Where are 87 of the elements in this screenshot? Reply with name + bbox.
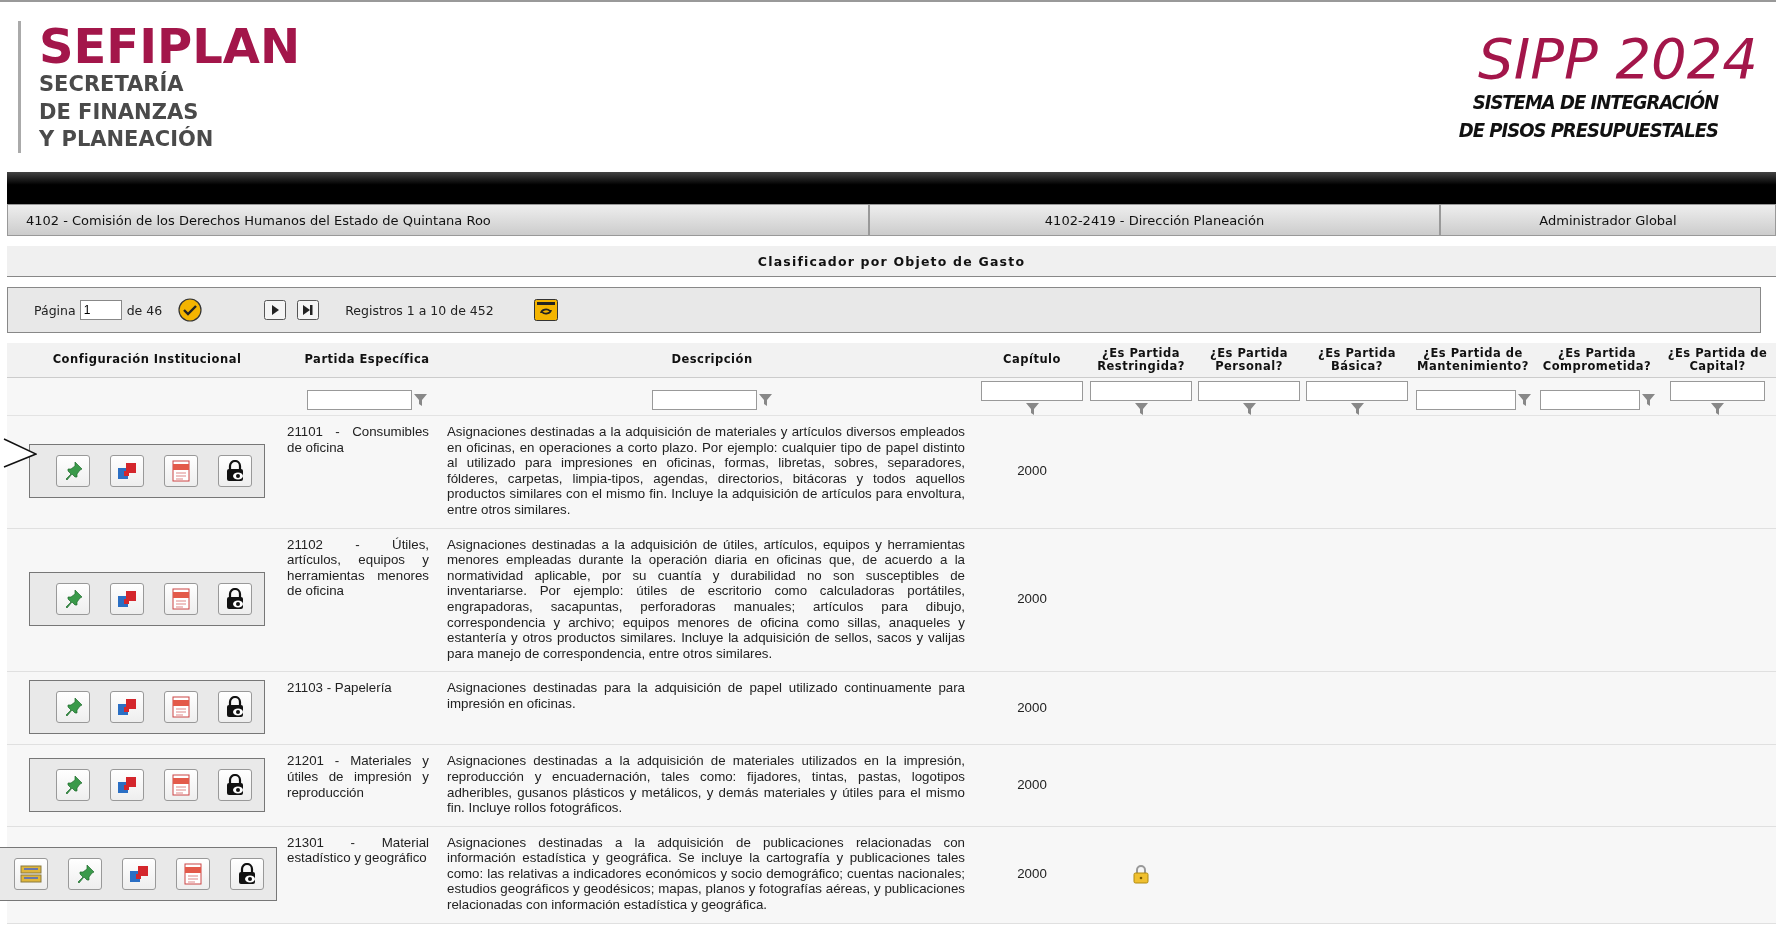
go-button[interactable] [178, 298, 203, 322]
puzzle-icon [117, 774, 137, 795]
table-cell-text: 21101 - Consumibles de oficina [287, 424, 430, 456]
puzzle-icon [117, 697, 137, 718]
page-input[interactable]: 1 [79, 300, 122, 320]
records-count: Registros 1 a 10 de 452 [345, 302, 494, 318]
table-cell-text: Asignaciones destinadas a la adquisición de materiales y artículos diversos empleados en oficinas, en operaciones a corto plazo. Por ejemplo: cualquier tipo de papel distinto al utilizado para impresiones en oficinas, formas, libretas, sobres, separadores, fólderes, carpetas, limpia-tipos, agendas, directorios, bitácoras y todos aquellos productos similares con el mismo fin. Incluye la adquisición de artículos para envoltura, entre otros similares. [447, 424, 966, 518]
filter-icon[interactable] [759, 393, 772, 406]
table-cell: 2000 [1017, 699, 1047, 716]
column-header: ¿Es Partida de Mantenimiento? [1411, 343, 1535, 378]
info-cell: Administrador Global [1440, 204, 1776, 236]
filter-icon[interactable] [1641, 393, 1655, 406]
table-cell-text: Asignaciones destinadas a la adquisición de útiles, artículos, equipos y herramientas menores empleadas durante la operación diaria en oficinas que, de acuerdo a la normatividad aplicable, por su cuantía y durabilidad no son susceptibles de inventariarse. Por ejemplo: útiles de escritorio como calculadoras portátiles, engrapadoras, sacapuntas, perforadoras manuales; artículos para dibujo, correspondencia y archivo; equipos menores de oficina como sillas, anaqueles y estantería y otros productos similares. Incluye la adquisición de sellos, sacos y valijas para manejo de correspondencia, entre otros similares. [447, 536, 966, 662]
column-header: Configuración Institucional [7, 343, 287, 378]
column-header: Partida Específica [287, 343, 447, 378]
system-subtitle: SISTEMA DE INTEGRACIÓN [1472, 89, 1718, 117]
table-cell-text: Asignaciones destinadas para la adquisición de papel utilizado continuamente para impresión en oficinas. [447, 680, 966, 712]
action-button[interactable] [218, 691, 252, 724]
logo-title: SEFIPLAN [39, 20, 301, 72]
page-label: Página [34, 302, 76, 318]
lock-eye-icon [225, 773, 245, 796]
system-title: SIPP 2024 [1478, 29, 1758, 89]
action-button[interactable] [230, 857, 264, 890]
lock-eye-icon [225, 459, 245, 482]
play-icon [264, 300, 287, 320]
table-cell: 2000 [1017, 591, 1047, 607]
column-header: ¿Es Partida Personal? [1195, 343, 1303, 378]
action-button[interactable] [218, 768, 252, 801]
filter-input[interactable] [1198, 380, 1300, 401]
filter-input[interactable] [1090, 380, 1192, 401]
filter-input[interactable] [1306, 380, 1408, 401]
pushpin-icon [63, 697, 83, 718]
pushpin-icon [63, 774, 83, 795]
column-header: ¿Es Partida Restringida? [1087, 343, 1195, 378]
next-page-button[interactable] [264, 300, 287, 320]
filter-input[interactable] [1670, 380, 1765, 401]
page-count: de 46 [126, 302, 163, 318]
lock-eye-icon [225, 696, 245, 719]
table-cell: 2000 [1017, 865, 1047, 882]
skip-end-icon [297, 300, 320, 320]
table-cell-text: 21102 - Útiles, artículos, equipos y herramientas menores de oficina [287, 536, 430, 599]
column-header: Capítulo [977, 343, 1087, 378]
filter-input[interactable] [1539, 389, 1640, 410]
lock-eye-icon [225, 587, 245, 610]
filter-input[interactable] [652, 389, 757, 410]
filter-input[interactable] [981, 380, 1083, 401]
pdf-document-icon [183, 862, 203, 885]
info-cell: 4102-2419 - Dirección Planeación [869, 204, 1440, 236]
column-header: ¿Es Partida Básica? [1303, 343, 1411, 378]
system-subtitle: DE PISOS PRESUPUESTALES [1458, 117, 1718, 145]
table-cell-text: 21201 - Materiales y útiles de impresión y reproducción [287, 753, 430, 801]
pushpin-icon [75, 863, 95, 884]
logo-subtitle: DE FINANZAS [39, 98, 200, 126]
filter-input[interactable] [307, 389, 412, 410]
refresh-button[interactable] [533, 299, 558, 321]
pdf-document-icon [171, 773, 191, 796]
action-button[interactable] [218, 454, 252, 487]
info-cell: 4102 - Comisión de los Derechos Humanos del Estado de Quintana Roo [7, 204, 869, 236]
pdf-document-icon [171, 587, 191, 610]
filter-icon[interactable] [1517, 393, 1531, 406]
filter-icon[interactable] [414, 393, 427, 406]
table-cell-text: 21301 - Material estadístico y geográfico [287, 834, 430, 866]
puzzle-icon [129, 863, 149, 884]
table-cell-text: 21103 - Papelería [287, 680, 393, 696]
logo-subtitle: Y PLANEACIÓN [39, 125, 215, 153]
column-header: ¿Es Partida de Capital? [1659, 343, 1776, 378]
pdf-document-icon [171, 459, 191, 482]
table-cell-text: Asignaciones destinadas a la adquisición de materiales utilizados en la impresión, reproducción y encuadernación, tales como: fijadores, tintas, pastas, logotipos adheribles, gusanos plásticos y metálicos, y demás materiales y útiles para el mismo fin. Incluye rollos fotográficos. [447, 753, 966, 816]
last-page-button[interactable] [297, 300, 320, 320]
logo-subtitle: SECRETARÍA [39, 71, 185, 99]
filter-input[interactable] [1415, 389, 1516, 410]
column-header: ¿Es Partida Comprometida? [1535, 343, 1659, 378]
puzzle-icon [117, 460, 137, 481]
pushpin-icon [63, 460, 83, 481]
stacked-boxes-icon [20, 863, 42, 884]
column-header: Descripción [447, 343, 977, 378]
lock-eye-icon [237, 862, 257, 885]
table-cell: 2000 [1017, 776, 1047, 793]
refresh-icon [533, 299, 558, 321]
pdf-document-icon [171, 696, 191, 719]
puzzle-icon [117, 588, 137, 609]
table-cell: 2000 [1017, 463, 1047, 479]
table-cell-text: Asignaciones destinadas a la adquisición de publicaciones relacionadas con información estadística y geográfica. Se incluye la cartografía y publicaciones tales como: las relativas a indicadores económicos y socio demográfico; cuentas nacionales; estudios geográficos y geodésicos; mapas, planos y fotografías aéreas, y publicaciones relacionadas con información estadística y geográfica. [447, 834, 966, 913]
pushpin-icon [63, 588, 83, 609]
check-icon [178, 298, 203, 322]
section-title: Clasificador por Objeto de Gasto [7, 246, 1776, 277]
action-button[interactable] [218, 582, 252, 615]
